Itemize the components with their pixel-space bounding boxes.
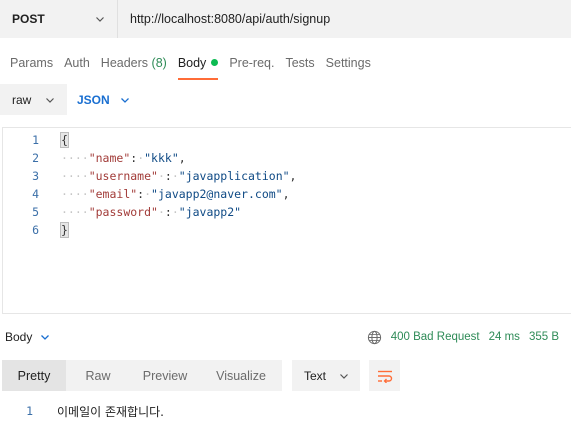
response-section-label: Body <box>5 330 33 344</box>
response-time[interactable]: 24 ms <box>489 331 520 343</box>
editor-line: 1 { <box>3 131 571 149</box>
view-raw-button[interactable]: Raw <box>66 360 130 391</box>
response-body-text: 이메일이 존재합니다. <box>57 404 164 419</box>
tab-headers-label: Headers <box>100 56 149 70</box>
json-value: "javapp2@naver.com" <box>151 187 283 201</box>
json-key: "email" <box>88 187 138 201</box>
code-line: ····"password"·:·"javapp2" <box>61 205 242 219</box>
body-indicator-dot <box>211 59 219 67</box>
editor-line: 5 ····"password"·:·"javapp2" <box>3 203 571 221</box>
body-mode-select[interactable]: raw <box>0 84 67 115</box>
chevron-down-icon <box>96 17 104 22</box>
tab-pre-request-label: Pre-req. <box>229 56 275 70</box>
json-value: "javapplication" <box>178 169 290 183</box>
request-bar: POST http://localhost:8080/api/auth/sign… <box>0 0 571 38</box>
response-section-select[interactable]: Body <box>5 330 50 344</box>
json-value: "kkk" <box>144 151 179 165</box>
status-code[interactable]: 400 Bad Request <box>391 331 480 343</box>
close-brace: } <box>60 222 69 238</box>
tab-body-label: Body <box>177 56 207 70</box>
tab-auth[interactable]: Auth <box>64 50 90 80</box>
code-line: ····"username"·:·"javapplication", <box>61 169 297 183</box>
line-number: 1 <box>26 404 33 418</box>
code-line: ····"email":·"javapp2@naver.com", <box>61 187 290 201</box>
response-format-select[interactable]: Text <box>292 360 360 391</box>
tab-tests[interactable]: Tests <box>285 50 314 80</box>
tab-pre-request[interactable]: Pre-req. <box>229 50 274 80</box>
wrap-lines-button[interactable] <box>369 360 400 391</box>
code-line: ····"name":·"kkk", <box>61 151 186 165</box>
response-toolbar: Pretty Raw Preview Visualize Text <box>2 360 400 391</box>
tab-params[interactable]: Params <box>10 50 53 80</box>
editor-line: 4 ····"email":·"javapp2@naver.com", <box>3 185 571 203</box>
json-value: "javapp2" <box>178 205 242 219</box>
language-select[interactable]: JSON <box>77 93 130 107</box>
line-number: 4 <box>32 187 39 201</box>
response-size[interactable]: 355 B <box>529 331 559 343</box>
json-comma: , <box>178 151 186 165</box>
tab-headers[interactable]: Headers (8) <box>101 50 167 80</box>
json-comma: , <box>289 169 297 183</box>
line-number: 1 <box>32 133 39 147</box>
json-key: "password" <box>88 205 158 219</box>
response-header: Body 400 Bad Request 24 ms 355 B <box>0 325 571 349</box>
json-key: "name" <box>88 151 131 165</box>
tab-settings-label: Settings <box>325 56 371 70</box>
line-number: 5 <box>32 205 39 219</box>
headers-count: (8) <box>151 56 167 70</box>
json-colon: : <box>164 205 172 219</box>
editor-line: 2 ····"name":·"kkk", <box>3 149 571 167</box>
tab-settings[interactable]: Settings <box>326 50 371 80</box>
tab-auth-label: Auth <box>64 56 90 70</box>
json-colon: : <box>164 169 172 183</box>
globe-icon[interactable] <box>367 330 382 345</box>
editor-line: 6 } <box>3 221 571 239</box>
chevron-down-icon <box>120 97 129 103</box>
code-line: { <box>60 132 69 148</box>
view-pretty-button[interactable]: Pretty <box>2 360 66 391</box>
language-label: JSON <box>77 92 110 107</box>
chevron-down-icon <box>340 373 348 379</box>
method-label: POST <box>12 12 45 26</box>
tab-params-label: Params <box>10 56 54 70</box>
tab-tests-label: Tests <box>285 56 315 70</box>
line-number: 3 <box>32 169 39 183</box>
view-preview-button[interactable]: Preview <box>130 360 200 391</box>
request-body-editor[interactable]: 1 { 2 ····"name":·"kkk", 3 ····"username… <box>2 127 571 314</box>
editor-line: 3 ····"username"·:·"javapplication", <box>3 167 571 185</box>
response-view-tabs: Pretty Raw Preview Visualize <box>2 360 282 391</box>
code-line: } <box>60 222 69 238</box>
response-body-line: 1 이메일이 존재합니다. <box>0 402 164 420</box>
line-number: 6 <box>32 223 39 237</box>
chevron-down-icon <box>41 335 50 340</box>
json-key: "username" <box>88 169 158 183</box>
wrap-lines-icon <box>377 370 392 383</box>
request-tabs: Params Auth Headers (8) Body Pre-req. Te… <box>0 50 372 80</box>
response-meta: 400 Bad Request 24 ms 355 B <box>367 325 559 349</box>
tab-body[interactable]: Body <box>177 50 219 80</box>
view-visualize-button[interactable]: Visualize <box>200 360 282 391</box>
open-brace: { <box>60 132 69 148</box>
body-type-row: raw JSON <box>0 84 130 115</box>
chevron-down-icon <box>46 97 54 103</box>
method-select[interactable]: POST <box>0 0 118 38</box>
line-number: 2 <box>32 151 39 165</box>
url-input[interactable]: http://localhost:8080/api/auth/signup <box>118 0 571 38</box>
response-format-label: Text <box>304 368 327 383</box>
json-comma: , <box>282 187 290 201</box>
body-mode-label: raw <box>12 92 32 107</box>
